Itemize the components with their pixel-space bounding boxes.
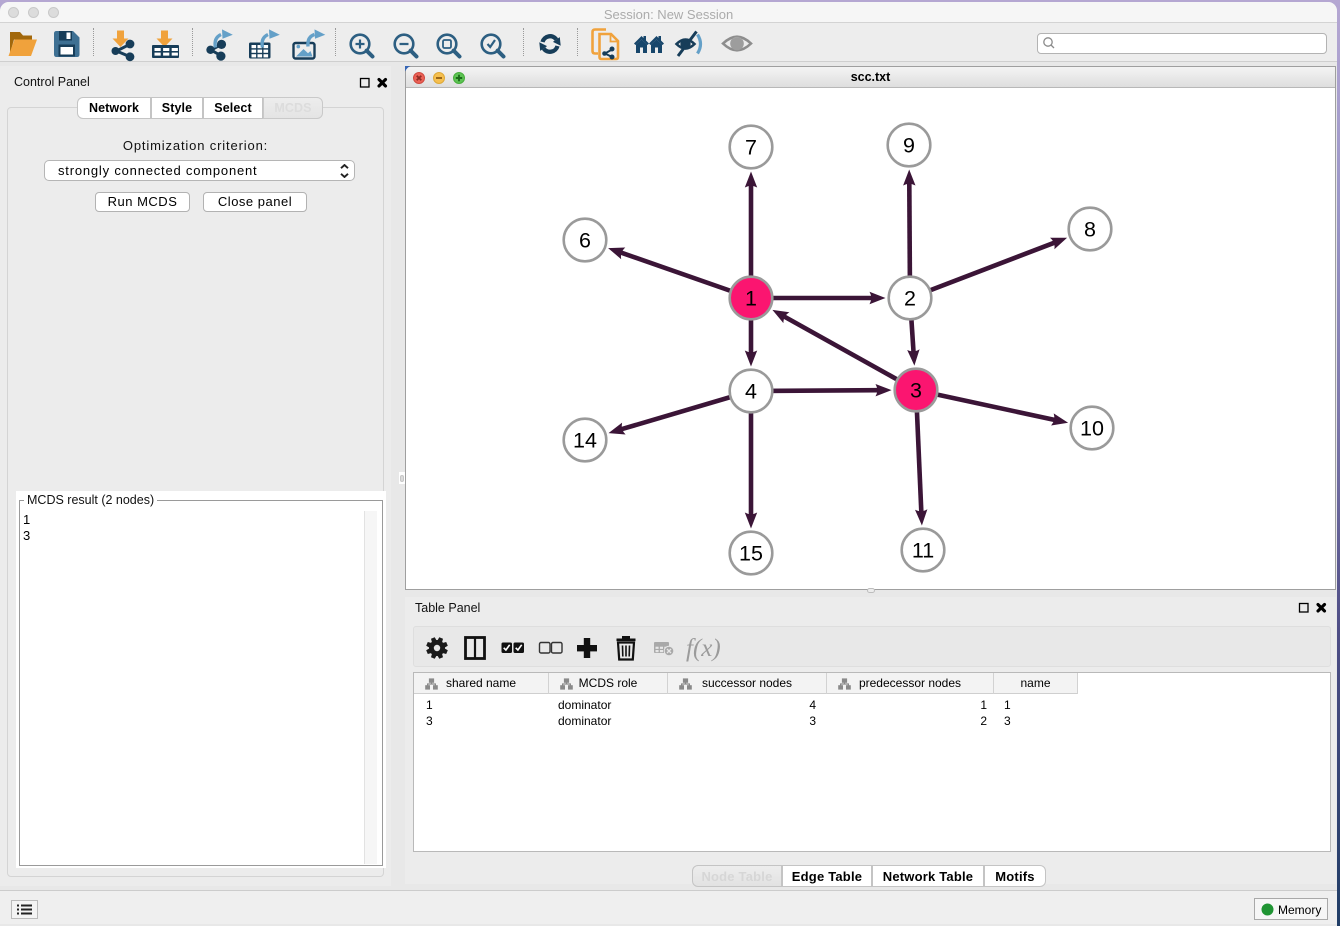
svg-text:9: 9	[903, 133, 915, 157]
svg-text:3: 3	[910, 378, 922, 402]
svg-text:6: 6	[579, 228, 591, 252]
svg-text:7: 7	[745, 135, 757, 159]
svg-text:1: 1	[745, 286, 757, 310]
svg-text:15: 15	[739, 541, 763, 565]
svg-text:f(x): f(x)	[686, 635, 721, 662]
svg-text:10: 10	[1080, 416, 1104, 440]
svg-text:4: 4	[745, 379, 757, 403]
svg-text:11: 11	[912, 538, 934, 562]
svg-text:14: 14	[573, 428, 597, 452]
svg-text:8: 8	[1084, 217, 1096, 241]
svg-text:2: 2	[904, 286, 916, 310]
